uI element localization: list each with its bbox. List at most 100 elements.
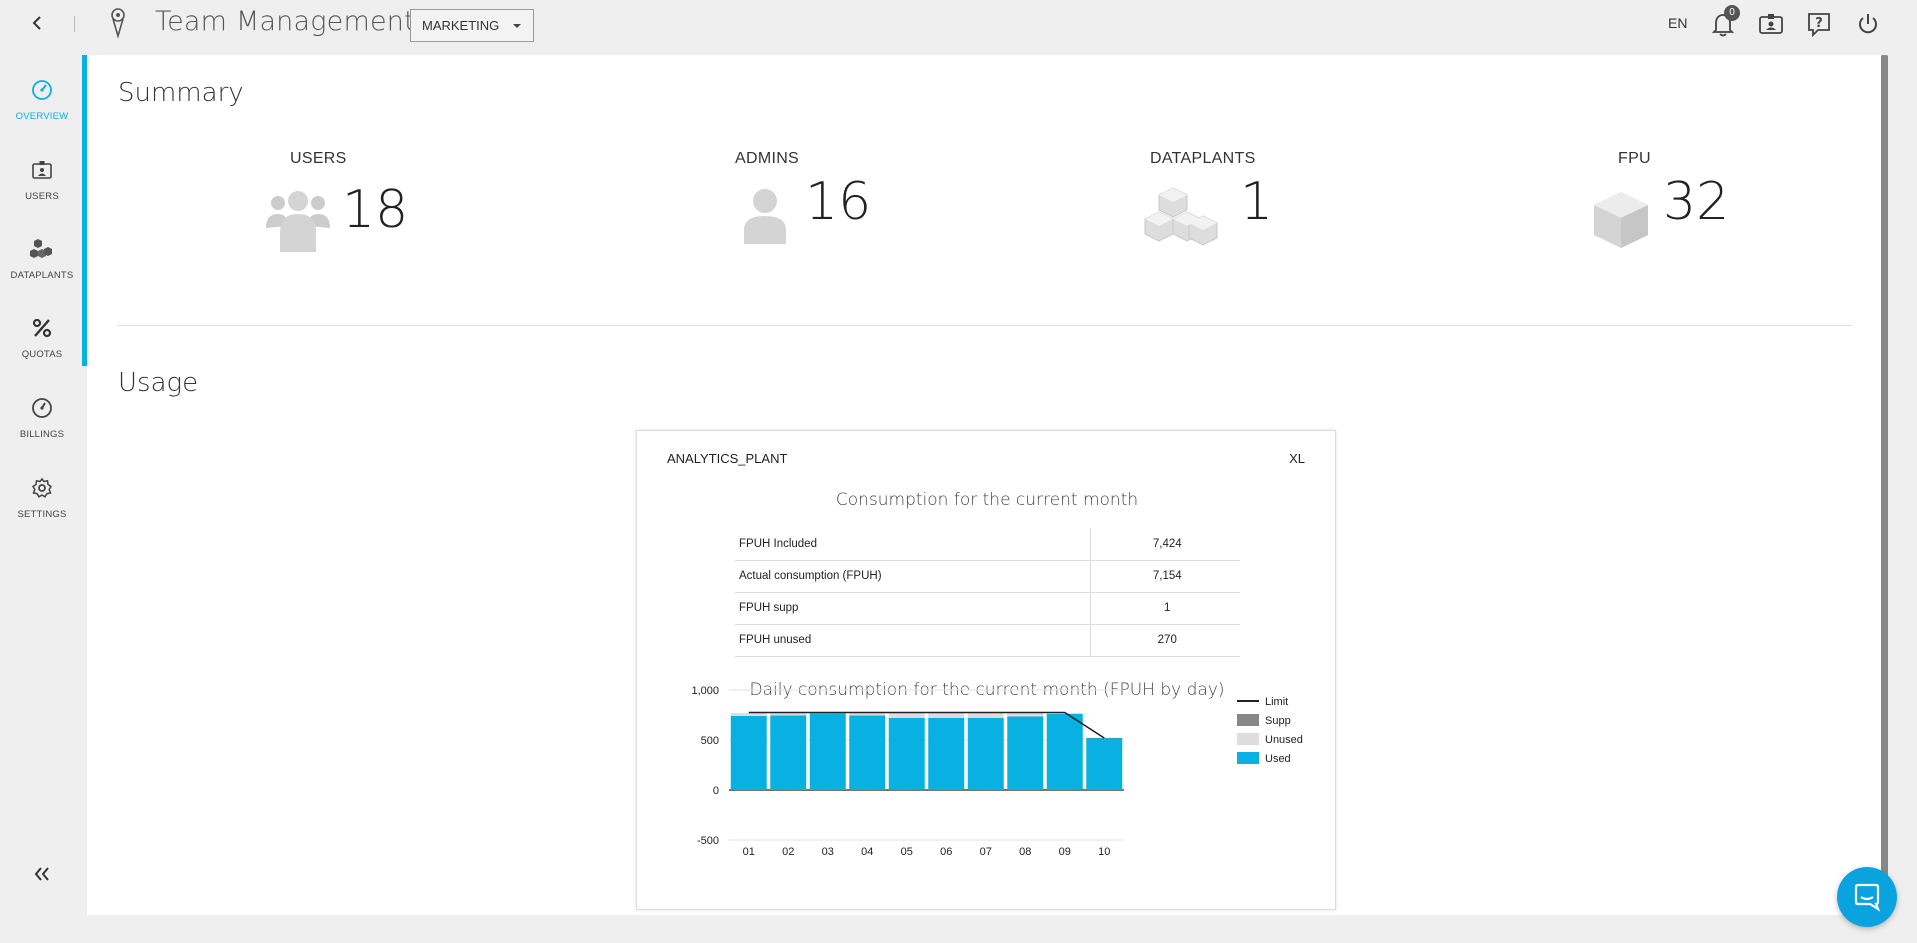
x-tick-label: 01 [743,846,755,858]
cube-icon [1592,190,1650,255]
x-tick-label: 10 [1098,846,1110,858]
row-label: Actual consumption (FPUH) [735,560,1090,593]
bar-used [888,718,925,790]
bar-used [730,716,767,790]
y-tick-label: 500 [701,735,719,747]
bar-used [967,718,1004,790]
bar-used [809,713,846,790]
scrollbar[interactable] [1881,55,1888,915]
sidebar-item-users[interactable]: USERS [0,145,84,211]
x-tick-label: 08 [1019,846,1031,858]
legend-label: Supp [1265,715,1291,727]
top-bar: Team Management MARKETING EN 0 ? [0,0,1917,50]
percent-icon [29,315,55,341]
usage-title: Usage [118,368,199,398]
sidebar-item-overview[interactable]: OVERVIEW [0,65,84,131]
bar-used [770,715,807,790]
consumption-table: FPUH Included 7,424 Actual consumption (F… [735,528,1240,657]
collapse-sidebar-button[interactable] [30,862,54,886]
sidebar-item-label: DATAPLANTS [10,270,74,281]
x-tick-label: 02 [782,846,794,858]
section-divider [118,325,1851,326]
bar-used [1046,714,1083,790]
stat-label: FPU [1618,150,1651,167]
bar-used [928,718,965,790]
bar-unused [849,713,886,716]
row-value: 270 [1089,624,1240,657]
dataplant-usage-card: ANALYTICS_PLANT XL Consumption for the c… [636,430,1336,910]
stat-label: DATAPLANTS [1150,150,1256,167]
row-value: 1 [1089,592,1240,625]
bar-unused [730,713,767,716]
bar-unused [888,713,925,718]
y-tick-label: 1,000 [691,686,719,697]
id-card-icon [1759,14,1783,34]
stat-value: 32 [1663,172,1730,232]
gauge-icon [29,77,55,103]
double-chevron-left-icon [34,867,49,881]
row-label: FPUH supp [735,592,1090,625]
sidebar-item-label: SETTINGS [17,509,67,520]
sidebar-item-billings[interactable]: BILLINGS [0,383,84,449]
help-icon: ? [1808,13,1830,37]
user-card-icon [29,157,55,183]
row-value: 7,154 [1089,560,1240,593]
bar-used [849,715,886,790]
sidebar-item-label: BILLINGS [19,429,65,440]
power-icon [1859,14,1877,34]
legend-swatch [1237,733,1259,745]
x-tick-label: 03 [822,846,834,858]
back-button[interactable] [26,12,48,34]
sidebar-item-quotas[interactable]: QUOTAS [0,303,84,369]
notification-badge: 0 [1724,5,1740,21]
billing-gauge-icon [29,395,55,421]
sidebar: OVERVIEW USERS DATAPLANTS QUOTAS BILLING… [0,55,84,943]
bar-unused [1007,713,1044,717]
stat-value: 16 [805,172,872,232]
stat-label: ADMINS [735,150,800,167]
dataplant-name: ANALYTICS_PLANT [667,451,788,466]
y-tick-label: 0 [713,785,719,797]
page-title: Team Management [155,6,415,37]
table-row: Actual consumption (FPUH) 7,154 [735,560,1240,593]
language-selector[interactable]: EN [1668,15,1687,31]
bar-unused [770,713,807,716]
daily-consumption-chart: 1,000 500 0 -500 01 02 03 04 05 06 07 08 09 10 Limit Su… [691,686,1303,858]
team-select-value: MARKETING [422,18,500,33]
stat-value: 18 [342,180,409,240]
team-select[interactable]: MARKETING [410,9,534,42]
x-tick-label: 05 [901,846,913,858]
bar-unused [967,713,1004,718]
admin-user-icon [742,188,788,249]
legend-label: Limit [1265,696,1288,708]
stat-value: 1 [1240,172,1274,232]
top-divider [74,16,75,32]
bar-used [1086,738,1123,790]
notifications-button[interactable]: 0 [1708,5,1740,39]
bar-unused [928,713,965,718]
gear-icon [29,475,55,501]
chat-button[interactable] [1837,867,1897,927]
legend-swatch [1237,752,1259,764]
caret-down-icon [513,24,521,28]
help-button[interactable]: ? [1804,9,1834,39]
row-label: FPUH unused [735,624,1090,657]
row-label: FPUH Included [735,528,1090,561]
sidebar-item-label: QUOTAS [21,349,63,360]
legend-swatch [1237,714,1259,726]
dataplant-size: XL [1289,451,1305,466]
users-group-icon [266,190,330,257]
chevron-left-icon [32,16,41,30]
summary-title: Summary [118,78,244,108]
y-tick-label: -500 [697,835,719,847]
logout-button[interactable] [1853,9,1883,39]
sidebar-item-settings[interactable]: SETTINGS [0,463,84,529]
profile-card-button[interactable] [1756,9,1786,39]
consumption-title: Consumption for the current month [835,490,1139,510]
cubes-icon [1143,186,1219,255]
table-row: FPUH Included 7,424 [735,528,1240,561]
x-tick-label: 04 [861,846,873,858]
sidebar-item-dataplants[interactable]: DATAPLANTS [0,224,84,290]
table-row: FPUH unused 270 [735,624,1240,657]
legend-label: Unused [1265,734,1303,746]
